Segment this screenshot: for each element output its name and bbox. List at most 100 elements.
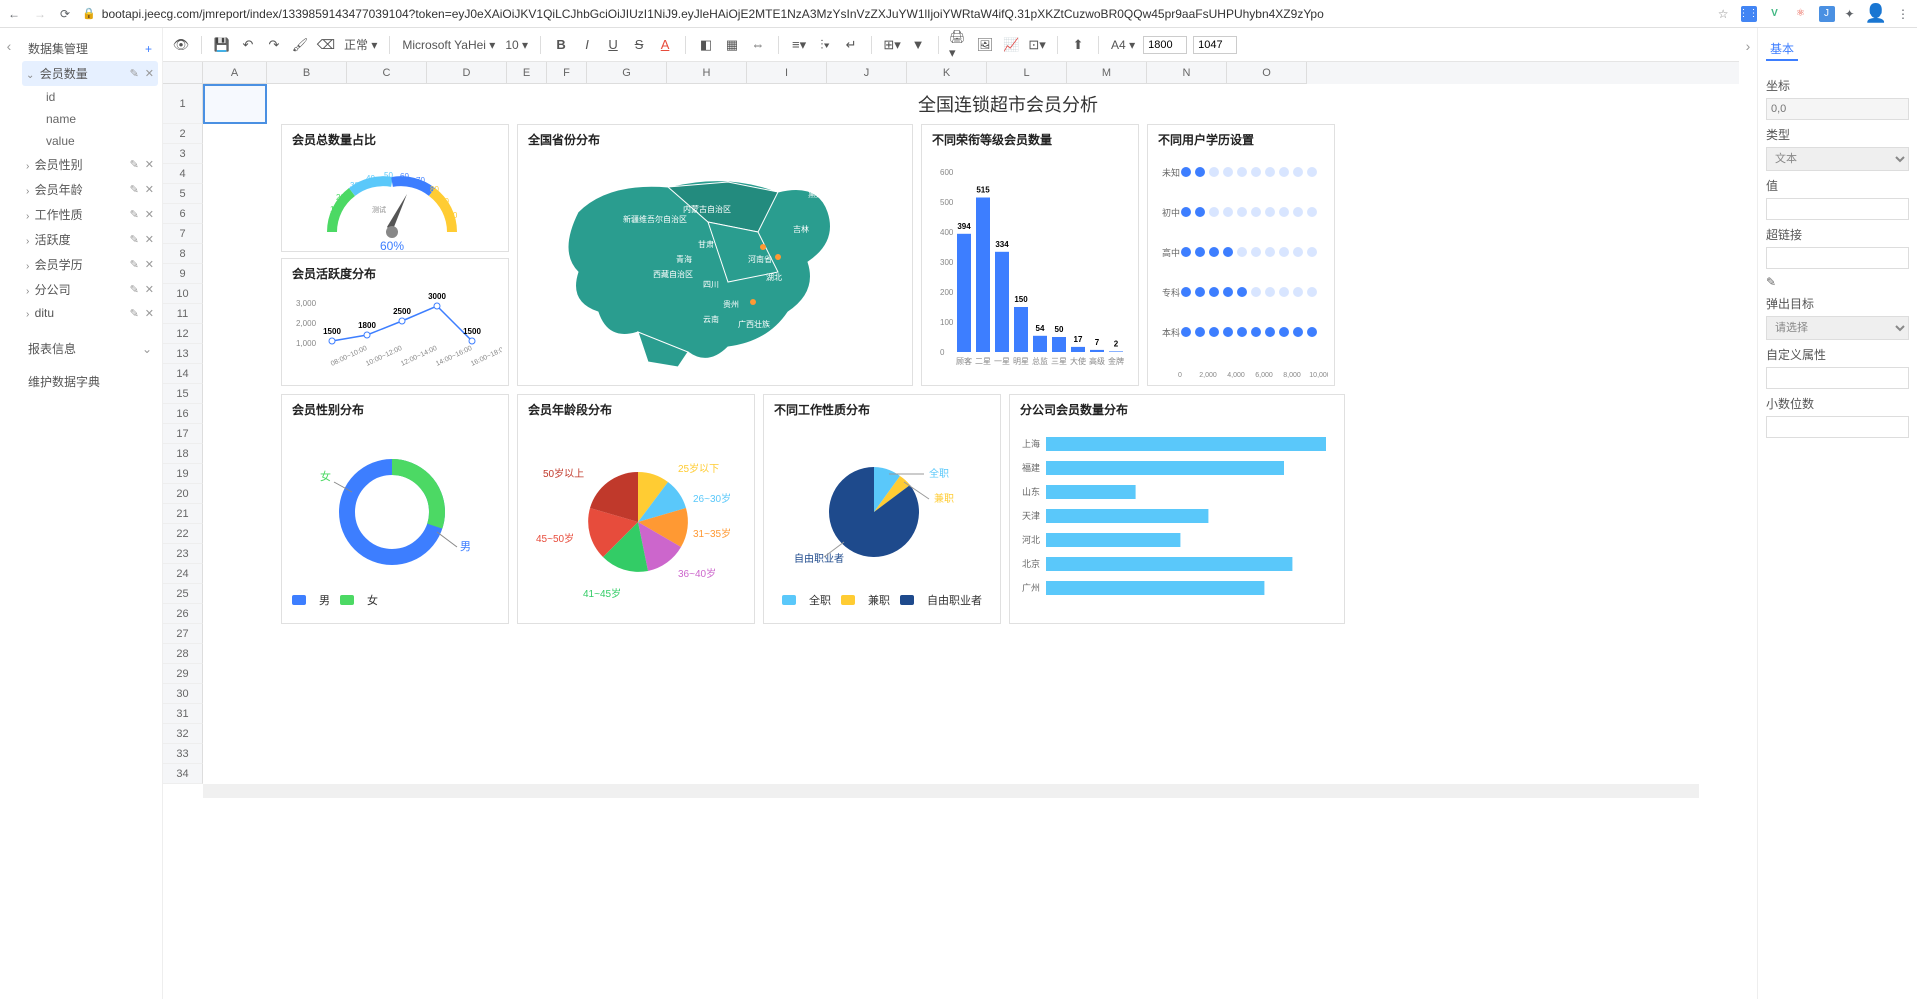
gauge-card[interactable]: 会员总数量占比 1020 304050 6070 <box>281 124 509 252</box>
chart-icon[interactable]: 📈 <box>1001 35 1021 55</box>
valign-icon[interactable]: ⫶▾ <box>815 35 835 55</box>
edit-icon[interactable]: ✎ <box>130 208 139 221</box>
row-header[interactable]: 5 <box>163 184 203 204</box>
delete-icon[interactable]: ✕ <box>145 183 154 196</box>
undo-icon[interactable]: ↶ <box>238 35 258 55</box>
row-header[interactable]: 33 <box>163 744 203 764</box>
edit-icon[interactable]: ✎ <box>130 258 139 271</box>
paper-select[interactable]: A4 ▾ <box>1109 36 1137 54</box>
fill-icon[interactable]: ◧ <box>696 35 716 55</box>
col-header[interactable]: J <box>827 62 907 84</box>
row-header[interactable]: 26 <box>163 604 203 624</box>
type-select[interactable]: 文本 <box>1766 147 1909 171</box>
print-icon[interactable]: 🖨▾ <box>949 35 969 55</box>
font-color-icon[interactable]: A <box>655 35 675 55</box>
chevron-down-icon[interactable]: ⌄ <box>142 342 152 356</box>
row-header[interactable]: 25 <box>163 584 203 604</box>
edit-icon[interactable]: ✎ <box>130 307 139 320</box>
forward-icon[interactable]: → <box>34 7 46 21</box>
row-header[interactable]: 2 <box>163 124 203 144</box>
wrap-icon[interactable]: ↵ <box>841 35 861 55</box>
row-header[interactable]: 1 <box>163 84 203 124</box>
row-header[interactable]: 4 <box>163 164 203 184</box>
row-header[interactable]: 3 <box>163 144 203 164</box>
delete-icon[interactable]: ✕ <box>145 67 154 80</box>
poptarget-select[interactable]: 请选择 <box>1766 316 1909 340</box>
row-header[interactable]: 30 <box>163 684 203 704</box>
tree-sub-item[interactable]: value <box>22 130 158 152</box>
value-input[interactable] <box>1766 198 1909 220</box>
delete-icon[interactable]: ✕ <box>145 307 154 320</box>
delete-icon[interactable]: ✕ <box>145 208 154 221</box>
row-header[interactable]: 22 <box>163 524 203 544</box>
puzzle-icon[interactable]: ✦ <box>1845 7 1855 21</box>
col-header[interactable]: F <box>547 62 587 84</box>
width-input[interactable] <box>1143 36 1187 54</box>
delete-icon[interactable]: ✕ <box>145 258 154 271</box>
row-header[interactable]: 31 <box>163 704 203 724</box>
row-header[interactable]: 13 <box>163 344 203 364</box>
clear-format-icon[interactable]: ⌫ <box>316 35 336 55</box>
branch-card[interactable]: 分公司会员数量分布 上海福建山东天津河北北京广州 <box>1009 394 1345 624</box>
col-header[interactable]: B <box>267 62 347 84</box>
tree-item[interactable]: › 会员年龄✎✕ <box>22 177 158 202</box>
age-card[interactable]: 会员年龄段分布 <box>517 394 755 624</box>
delete-icon[interactable]: ✕ <box>145 233 154 246</box>
work-card[interactable]: 不同工作性质分布 全职 兼职 自由职业者 <box>763 394 1001 624</box>
row-header[interactable]: 32 <box>163 724 203 744</box>
link-input[interactable] <box>1766 247 1909 269</box>
border-icon[interactable]: ▦ <box>722 35 742 55</box>
row-header[interactable]: 14 <box>163 364 203 384</box>
row-header[interactable]: 23 <box>163 544 203 564</box>
bold-icon[interactable]: B <box>551 35 571 55</box>
height-input[interactable] <box>1193 36 1237 54</box>
row-header[interactable]: 21 <box>163 504 203 524</box>
col-header[interactable]: C <box>347 62 427 84</box>
row-header[interactable]: 17 <box>163 424 203 444</box>
ext-icon[interactable]: ⋮⋮ <box>1741 6 1757 22</box>
data-dict[interactable]: 维护数据字典 <box>28 373 100 390</box>
edit-icon[interactable]: ✎ <box>130 183 139 196</box>
barlevel-card[interactable]: 不同荣衔等级会员数量 0100200300400500600394顾客515二星… <box>921 124 1139 386</box>
coord-input[interactable] <box>1766 98 1909 120</box>
col-header[interactable]: M <box>1067 62 1147 84</box>
freeze-icon[interactable]: ⊞▾ <box>882 35 902 55</box>
col-header[interactable]: O <box>1227 62 1307 84</box>
row-header[interactable]: 15 <box>163 384 203 404</box>
dotedu-card[interactable]: 不同用户学历设置 未知初中高中专科本科02,0004,0006,0008,000… <box>1147 124 1335 386</box>
col-header[interactable]: A <box>203 62 267 84</box>
row-header[interactable]: 18 <box>163 444 203 464</box>
delete-icon[interactable]: ✕ <box>145 283 154 296</box>
edit-icon[interactable]: ✎ <box>130 158 139 171</box>
activity-card[interactable]: 会员活跃度分布 3,000 2,000 1,000 1500 1800 2500 <box>281 258 509 386</box>
preview-icon[interactable]: 👁 <box>171 35 191 55</box>
col-header[interactable]: L <box>987 62 1067 84</box>
tree-sub-item[interactable]: name <box>22 108 158 130</box>
italic-icon[interactable]: I <box>577 35 597 55</box>
col-header[interactable]: I <box>747 62 827 84</box>
selected-cell[interactable] <box>203 84 267 124</box>
ext-icon[interactable]: J <box>1819 6 1835 22</box>
row-header[interactable]: 24 <box>163 564 203 584</box>
redo-icon[interactable]: ↷ <box>264 35 284 55</box>
report-info[interactable]: 报表信息 <box>28 340 76 357</box>
component-icon[interactable]: ⊡▾ <box>1027 35 1047 55</box>
col-header[interactable]: D <box>427 62 507 84</box>
col-header[interactable]: H <box>667 62 747 84</box>
star-icon[interactable]: ☆ <box>1718 7 1729 21</box>
tree-sub-item[interactable]: id <box>22 86 158 108</box>
merge-icon[interactable]: ⇔ <box>748 35 768 55</box>
row-header[interactable]: 9 <box>163 264 203 284</box>
tree-item[interactable]: ⌄ 会员数量✎✕ <box>22 61 158 86</box>
url-bar[interactable]: 🔒 bootapi.jeecg.com/jmreport/index/13398… <box>82 7 1706 21</box>
font-select[interactable]: Microsoft YaHei ▾ <box>400 36 497 54</box>
tree-item[interactable]: › 会员性别✎✕ <box>22 152 158 177</box>
row-header[interactable]: 11 <box>163 304 203 324</box>
row-header[interactable]: 20 <box>163 484 203 504</box>
save-icon[interactable]: 💾 <box>212 35 232 55</box>
row-header[interactable]: 10 <box>163 284 203 304</box>
strike-icon[interactable]: S <box>629 35 649 55</box>
custom-input[interactable] <box>1766 367 1909 389</box>
upload-icon[interactable]: ⬆ <box>1068 35 1088 55</box>
row-header[interactable]: 29 <box>163 664 203 684</box>
